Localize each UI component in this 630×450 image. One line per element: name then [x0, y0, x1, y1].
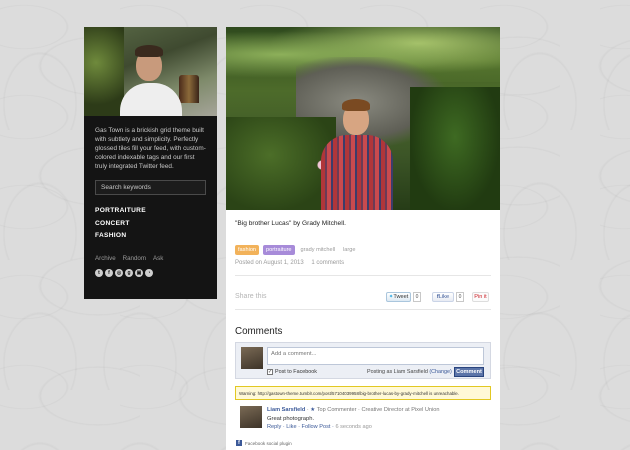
dribbble-icon[interactable]: ◎ — [115, 268, 123, 277]
like-count: 0 — [456, 292, 464, 302]
share-label: Share this — [235, 293, 267, 300]
post-to-facebook-label: Post to Facebook — [275, 369, 317, 375]
blog-avatar-photo[interactable] — [84, 27, 217, 116]
comment-author-name[interactable]: Liam Sarsfield — [267, 407, 305, 413]
nav-item-concert[interactable]: CONCERT — [95, 220, 206, 227]
like-label: Like — [438, 294, 450, 300]
tag-grady-mitchell[interactable]: grady mitchell — [299, 245, 338, 255]
pin-it-button[interactable]: Pin it — [472, 292, 489, 302]
tag-portraiture[interactable]: portraiture — [263, 245, 295, 255]
search-input[interactable]: Search keywords — [95, 180, 206, 195]
post-to-facebook-checkbox[interactable]: ✓ — [267, 369, 273, 375]
posting-as-label: Posting as Liam Sarsfield — [367, 369, 428, 375]
like-comment-link[interactable]: Like — [286, 424, 296, 430]
nav-item-portraiture[interactable]: PORTRAITURE — [95, 207, 206, 214]
comment-item: Liam Sarsfield · ★ Top Commenter · Creat… — [235, 406, 491, 436]
google-icon[interactable]: g — [125, 268, 133, 277]
tag-fashion[interactable]: fashion — [235, 245, 260, 255]
tweet-label: Tweet — [393, 294, 409, 300]
comment-author-avatar[interactable] — [240, 406, 262, 428]
instagram-icon[interactable]: ▣ — [135, 268, 143, 277]
reply-link[interactable]: Reply — [267, 424, 281, 430]
comment-text: Great photograph. — [267, 416, 315, 422]
top-commenter-icon: ★ — [310, 407, 316, 413]
comments-heading: Comments — [235, 326, 283, 337]
change-account-link[interactable]: (Change) — [429, 369, 451, 375]
facebook-plugin-footer: f Facebook social plugin — [236, 440, 491, 446]
sidebar: Gas Town is a brickish grid theme built … — [84, 27, 217, 299]
post-meta: Posted on August 1, 2013 1 comments — [226, 255, 500, 266]
post-card: "Big brother Lucas" by Grady Mitchell. f… — [226, 27, 500, 450]
nav-link-archive[interactable]: Archive — [95, 255, 116, 262]
rss-icon[interactable]: ◔ — [145, 268, 153, 277]
comment-form: Add a comment... ✓ Post to Facebook Post… — [235, 342, 491, 379]
main-nav: PORTRAITURE CONCERT FASHION — [84, 195, 217, 239]
comment-submit-button[interactable]: Comment — [454, 367, 484, 377]
facebook-icon[interactable]: f — [105, 268, 113, 277]
like-button[interactable]: fLike — [432, 292, 454, 302]
share-bar: Share this ✦Tweet 0 fLike 0 Pin it — [226, 285, 500, 309]
secondary-nav: Archive Random Ask — [84, 245, 217, 262]
tag-large[interactable]: large — [341, 245, 357, 255]
facebook-plugin-label[interactable]: Facebook social plugin — [245, 441, 292, 446]
nav-link-random[interactable]: Random — [123, 255, 146, 262]
comment-author-badge: Top Commenter · Creative Director at Pix… — [316, 407, 440, 413]
post-date[interactable]: Posted on August 1, 2013 — [235, 260, 304, 266]
nav-link-ask[interactable]: Ask — [153, 255, 163, 262]
warning-banner: Warning: http://gastown-theme.tumblr.com… — [235, 386, 491, 400]
post-caption: "Big brother Lucas" by Grady Mitchell. — [235, 220, 346, 227]
posting-as-text: Posting as Liam Sarsfield (Change) — [367, 369, 452, 375]
post-tags: fashion portraiture grady mitchell large — [226, 227, 500, 255]
tumblr-icon[interactable]: t — [95, 268, 103, 277]
social-links: t f ◎ g ▣ ◔ — [84, 262, 217, 277]
comments-count-link[interactable]: 1 comments — [311, 260, 344, 266]
tweet-count: 0 — [413, 292, 421, 302]
comment-timestamp[interactable]: 6 seconds ago — [335, 424, 371, 430]
tweet-button[interactable]: ✦Tweet — [386, 292, 411, 302]
comment-input[interactable]: Add a comment... — [267, 347, 484, 365]
blog-description: Gas Town is a brickish grid theme built … — [95, 127, 206, 170]
post-photo[interactable] — [226, 27, 500, 210]
nav-item-fashion[interactable]: FASHION — [95, 232, 206, 239]
divider — [235, 275, 491, 276]
follow-post-link[interactable]: Follow Post — [302, 424, 331, 430]
commenter-avatar — [241, 347, 263, 369]
facebook-icon: f — [236, 440, 242, 446]
